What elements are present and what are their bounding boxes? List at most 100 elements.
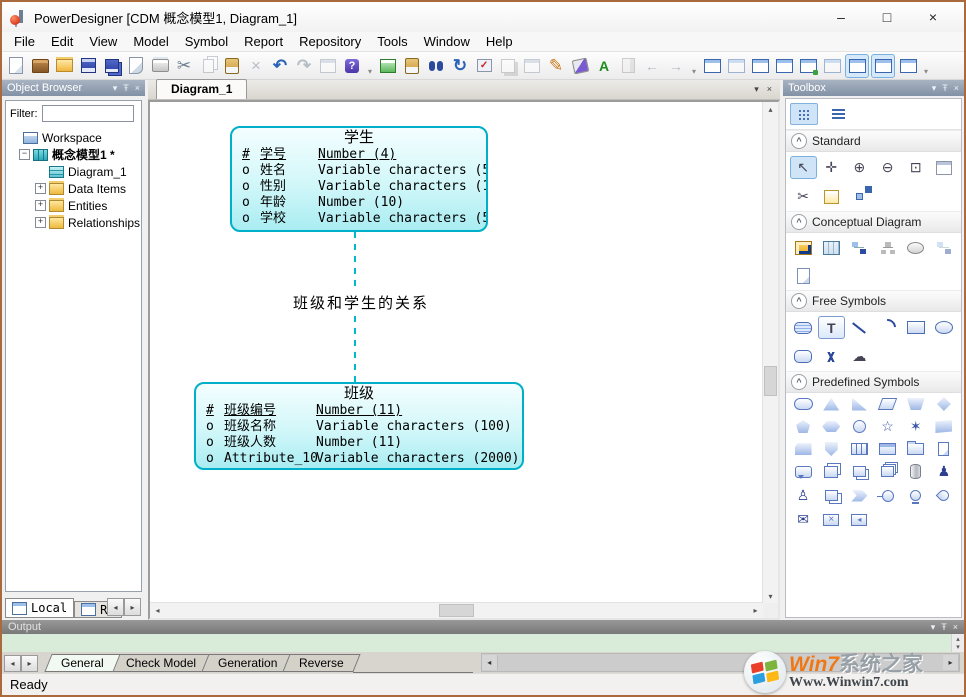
menu-item[interactable]: Model xyxy=(125,32,176,51)
toolbar-overflow-icon[interactable]: ▾ xyxy=(368,67,372,79)
overview-window-icon[interactable] xyxy=(821,55,843,77)
pointer-tool[interactable]: ↖ xyxy=(789,156,817,179)
pin-icon[interactable]: Ŧ xyxy=(942,83,948,94)
close-icon[interactable]: × xyxy=(135,83,140,94)
properties-icon[interactable] xyxy=(317,55,339,77)
association-tool[interactable] xyxy=(903,237,928,258)
diamond-symbol[interactable] xyxy=(936,397,951,411)
page-symbol[interactable] xyxy=(938,442,950,456)
close-button[interactable]: × xyxy=(910,5,956,29)
note-tool[interactable] xyxy=(819,186,844,207)
scroll-up-icon[interactable]: ▴ xyxy=(763,102,778,116)
save-icon[interactable] xyxy=(77,55,99,77)
scroll-right-icon[interactable]: ▸ xyxy=(943,655,959,670)
star6-symbol[interactable]: ✶ xyxy=(910,418,922,435)
scroll-down-icon[interactable]: ▾ xyxy=(763,589,778,603)
tree-item[interactable]: Workspace xyxy=(6,129,141,146)
zoom-selection-tool[interactable]: ⊡ xyxy=(903,157,928,178)
tree-expander-icon[interactable]: + xyxy=(35,217,46,228)
close-icon[interactable]: × xyxy=(954,83,959,94)
overlap-squares-symbol[interactable] xyxy=(824,490,838,501)
package-tool[interactable] xyxy=(791,237,816,258)
zoom-in-tool[interactable]: ⊕ xyxy=(847,157,872,178)
section-predefined-symbols[interactable]: ^ Predefined Symbols xyxy=(786,371,961,393)
circle-symbol[interactable] xyxy=(852,420,866,433)
diagram-canvas[interactable]: 学生 # 学号 Number (4) o 姓名 Variable characters … xyxy=(148,100,780,620)
chevron-down-icon[interactable]: ▾ xyxy=(113,83,118,94)
pentagon-symbol[interactable] xyxy=(796,420,811,433)
section-conceptual-diagram[interactable]: ^ Conceptual Diagram xyxy=(786,211,961,233)
scroll-down-icon[interactable]: ▾ xyxy=(956,643,960,651)
tree-expander-icon[interactable]: + xyxy=(35,183,46,194)
pennant-symbol[interactable] xyxy=(824,442,838,456)
layout-window-icon[interactable] xyxy=(725,55,747,77)
menu-item[interactable]: Symbol xyxy=(177,32,236,51)
new-document-icon[interactable] xyxy=(5,55,27,77)
zoom-out-tool[interactable]: ⊖ xyxy=(875,157,900,178)
next-icon[interactable]: → xyxy=(665,55,687,77)
save-all-icon[interactable] xyxy=(101,55,123,77)
maximize-button[interactable]: □ xyxy=(864,5,910,29)
scroll-left-icon[interactable]: ◂ xyxy=(107,598,124,616)
scroll-up-icon[interactable]: ▴ xyxy=(956,635,960,643)
line-tool[interactable] xyxy=(847,317,872,338)
chevron-symbol[interactable] xyxy=(851,489,868,502)
section-standard[interactable]: ^ Standard xyxy=(786,130,961,152)
tree-item[interactable]: + Entities xyxy=(6,197,141,214)
entity-student[interactable]: 学生 # 学号 Number (4) o 姓名 Variable characters … xyxy=(230,126,488,232)
horizontal-scroll-thumb[interactable] xyxy=(439,604,474,617)
title-frame-icon[interactable] xyxy=(521,55,543,77)
entity-tool[interactable] xyxy=(819,237,844,258)
relationship-label[interactable]: 班级和学生的关系 xyxy=(290,292,433,313)
rectangle-tool[interactable] xyxy=(903,317,928,338)
print-preview-icon[interactable] xyxy=(125,55,147,77)
grid-view-button[interactable] xyxy=(790,103,818,125)
inheritance-tool[interactable] xyxy=(875,237,900,258)
notes-window-icon[interactable] xyxy=(871,53,896,78)
scroll-right-icon[interactable]: ▸ xyxy=(21,655,38,672)
scroll-track[interactable] xyxy=(498,655,943,670)
font-color-icon[interactable]: A xyxy=(593,55,615,77)
list-view-button[interactable] xyxy=(824,103,852,125)
scroll-left-icon[interactable]: ◂ xyxy=(150,603,165,617)
text-tool[interactable]: T xyxy=(817,316,845,339)
entity-class[interactable]: 班级 # 班级编号 Number (11) o 班级名称 Variable charac… xyxy=(194,382,524,470)
folder-symbol[interactable] xyxy=(907,441,925,455)
freeform-tool[interactable]: ☁ xyxy=(847,346,872,367)
callout-symbol[interactable] xyxy=(794,465,812,479)
horizontal-scrollbar[interactable]: ◂ ▸ xyxy=(150,602,763,618)
flip-icon[interactable] xyxy=(617,55,639,77)
paste-shortcut-icon[interactable] xyxy=(401,55,423,77)
diagram-tab[interactable]: Diagram_1 xyxy=(156,79,248,99)
scroll-left-icon[interactable]: ◂ xyxy=(481,655,498,670)
triangle-symbol[interactable] xyxy=(823,397,840,411)
menu-item[interactable]: Help xyxy=(478,32,521,51)
output-horizontal-scrollbar[interactable]: ◂ ▸ xyxy=(480,653,960,672)
cut-icon[interactable]: ✂ xyxy=(173,55,195,77)
pencil-icon[interactable]: ✎ xyxy=(545,55,567,77)
undo-icon[interactable]: ↶ xyxy=(269,55,291,77)
close-diagram-icon[interactable]: × xyxy=(767,84,772,95)
split-rectangle-symbol[interactable] xyxy=(850,443,868,455)
menu-item[interactable]: View xyxy=(81,32,125,51)
scroll-right-icon[interactable]: ▸ xyxy=(748,603,763,617)
polyline-tool[interactable] xyxy=(819,346,844,367)
tree-item[interactable]: Diagram_1 xyxy=(6,163,141,180)
hexagon-symbol[interactable] xyxy=(822,421,841,432)
multi-square-symbol[interactable] xyxy=(881,466,895,477)
star-symbol[interactable]: ☆ xyxy=(881,418,894,435)
scroll-left-icon[interactable]: ◂ xyxy=(4,655,21,672)
output-content[interactable]: ▴ ▾ xyxy=(2,634,964,652)
tree-item[interactable]: − 概念模型1 * xyxy=(6,146,141,163)
double-square-symbol[interactable] xyxy=(852,466,866,477)
refresh-icon[interactable]: ↻ xyxy=(449,55,471,77)
rounded-rectangle-symbol[interactable] xyxy=(793,398,813,410)
properties-tool[interactable] xyxy=(931,157,956,178)
collapse-icon[interactable]: ^ xyxy=(791,214,807,230)
section-free-symbols[interactable]: ^ Free Symbols xyxy=(786,290,961,312)
page-window-icon[interactable] xyxy=(749,55,771,77)
new-window-icon[interactable] xyxy=(377,55,399,77)
grid-window-icon[interactable] xyxy=(897,55,919,77)
relationship-tool[interactable] xyxy=(847,237,872,258)
tree-expander-icon[interactable]: − xyxy=(19,149,30,160)
